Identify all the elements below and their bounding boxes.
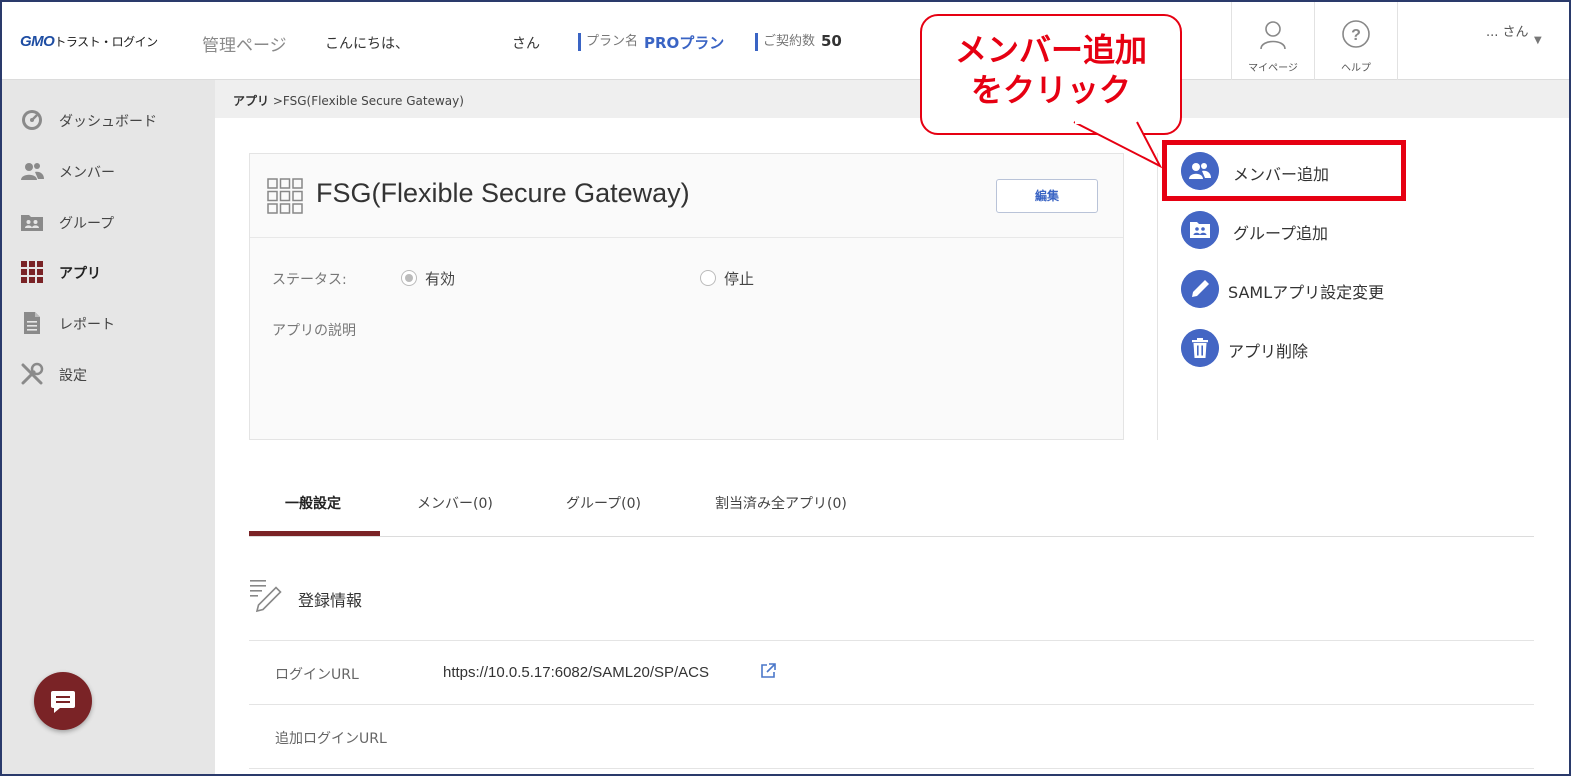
sidebar-item-dashboard[interactable]: ダッシュボード	[2, 100, 215, 140]
help-button[interactable]: ? ヘルプ	[1315, 2, 1397, 80]
callout-pointer	[1073, 120, 1163, 169]
plan-value: PROプラン	[644, 34, 725, 52]
login-url-row: ログインURL https://10.0.5.17:6082/SAML20/SP…	[249, 640, 1534, 704]
svg-text:?: ?	[1351, 27, 1361, 44]
logo-gmo-text: GMO	[20, 33, 55, 50]
tab-assigned-apps[interactable]: 割当済み全アプリ(0)	[715, 493, 847, 513]
saml-settings-action[interactable]: SAMLアプリ設定変更	[1181, 270, 1421, 310]
sidebar-item-apps[interactable]: アプリ	[2, 252, 215, 292]
status-disabled-radio[interactable]	[700, 270, 716, 286]
actions-divider	[1157, 153, 1158, 440]
sidebar-item-label: ダッシュボード	[59, 114, 157, 130]
user-menu-name[interactable]: ... さん	[1486, 21, 1529, 40]
group-icon	[21, 215, 43, 231]
header-divider	[1397, 2, 1398, 80]
breadcrumb-current: >FSG(Flexible Secure Gateway)	[272, 94, 464, 108]
callout-bubble: メンバー追加 をクリック	[920, 14, 1182, 135]
add-group-label: グループ追加	[1233, 224, 1329, 243]
tab-groups[interactable]: グループ(0)	[566, 493, 641, 513]
settings-tools-icon	[21, 362, 44, 385]
sidebar-item-label: メンバー	[59, 165, 115, 181]
report-icon	[24, 312, 40, 334]
plan-label: プラン名	[578, 33, 638, 51]
app-grid-icon	[267, 178, 303, 214]
status-enabled-radio[interactable]	[401, 270, 417, 286]
tab-general[interactable]: 一般設定	[285, 493, 341, 513]
app-detail-card: FSG(Flexible Secure Gateway) 編集 ステータス: 有…	[249, 153, 1124, 440]
logo-product-text: トラスト・ログイン	[54, 35, 158, 49]
breadcrumb-bar: アプリ >FSG(Flexible Secure Gateway)	[215, 80, 1569, 118]
callout-line-1: メンバー追加	[954, 31, 1147, 69]
edit-button[interactable]: 編集	[996, 179, 1098, 213]
apps-grid-icon	[21, 261, 43, 283]
sidebar: ダッシュボード メンバー グループ アプリ レポート 設定	[2, 80, 215, 774]
tab-members[interactable]: メンバー(0)	[417, 493, 493, 513]
trash-icon	[1181, 329, 1219, 367]
callout-line-2: をクリック	[970, 71, 1131, 109]
status-disabled-label: 停止	[724, 270, 755, 288]
members-icon	[21, 163, 44, 180]
edit-notes-icon	[250, 580, 282, 613]
app-description-label: アプリの説明	[272, 323, 356, 339]
chat-bubble-icon	[51, 691, 75, 713]
help-label: ヘルプ	[1341, 63, 1371, 74]
sidebar-item-label: 設定	[59, 368, 87, 384]
page-kind-label: 管理ページ	[202, 36, 287, 56]
sidebar-item-settings[interactable]: 設定	[2, 354, 215, 394]
active-tab-indicator	[249, 531, 380, 536]
sidebar-item-reports[interactable]: レポート	[2, 303, 215, 343]
tab-bar: 一般設定 メンバー(0) グループ(0) 割当済み全アプリ(0)	[249, 475, 1534, 537]
help-question-icon: ?	[1342, 20, 1370, 48]
app-title: FSG(Flexible Secure Gateway)	[316, 178, 690, 208]
add-group-action[interactable]: グループ追加	[1181, 211, 1361, 251]
mypage-button[interactable]: マイページ	[1232, 2, 1314, 80]
status-label: ステータス:	[272, 272, 347, 288]
sidebar-item-groups[interactable]: グループ	[2, 202, 215, 242]
sidebar-item-label: アプリ	[59, 266, 101, 282]
main-content: アプリ >FSG(Flexible Secure Gateway) FSG(Fl…	[215, 80, 1569, 774]
greeting-suffix: さん	[512, 36, 540, 52]
sidebar-item-label: レポート	[59, 317, 115, 333]
saml-settings-label: SAMLアプリ設定変更	[1228, 283, 1385, 302]
app-card-header: FSG(Flexible Secure Gateway) 編集	[250, 154, 1123, 238]
add-group-icon	[1181, 211, 1219, 249]
breadcrumb: アプリ >FSG(Flexible Secure Gateway)	[233, 92, 464, 109]
contract-count-label: ご契約数	[755, 33, 815, 51]
table-row-divider	[249, 768, 1534, 774]
dashboard-icon	[22, 110, 42, 130]
status-enabled-label: 有効	[425, 270, 456, 288]
additional-login-url-row: 追加ログインURL	[249, 704, 1534, 768]
callout-text: メンバー追加 をクリック	[922, 30, 1180, 110]
app-window: GMOトラスト・ログイン 管理ページ こんにちは、 さん プラン名 PROプラン…	[0, 0, 1571, 776]
sidebar-item-members[interactable]: メンバー	[2, 151, 215, 191]
mypage-label: マイページ	[1248, 63, 1298, 74]
chevron-down-icon[interactable]: ▼	[1534, 35, 1542, 46]
callout-annotation: メンバー追加 をクリック	[920, 14, 1184, 137]
section-title-registration: 登録情報	[298, 591, 363, 610]
top-header: GMOトラスト・ログイン 管理ページ こんにちは、 さん プラン名 PROプラン…	[2, 2, 1569, 80]
additional-login-url-label: 追加ログインURL	[275, 731, 387, 747]
breadcrumb-apps-link[interactable]: アプリ	[233, 94, 269, 108]
pencil-edit-icon	[1181, 270, 1219, 308]
gmo-trust-login-logo[interactable]: GMOトラスト・ログイン	[20, 33, 158, 50]
login-url-label: ログインURL	[275, 667, 359, 683]
chat-button[interactable]	[34, 672, 92, 730]
greeting-text: こんにちは、	[325, 36, 409, 52]
external-link-icon[interactable]	[759, 662, 777, 680]
contract-count-value: 50	[821, 32, 842, 50]
login-url-value[interactable]: https://10.0.5.17:6082/SAML20/SP/ACS	[443, 664, 709, 681]
sidebar-item-label: グループ	[59, 216, 115, 232]
user-profile-icon	[1260, 21, 1286, 50]
delete-app-action[interactable]: アプリ削除	[1181, 329, 1361, 369]
delete-app-label: アプリ削除	[1228, 342, 1309, 361]
